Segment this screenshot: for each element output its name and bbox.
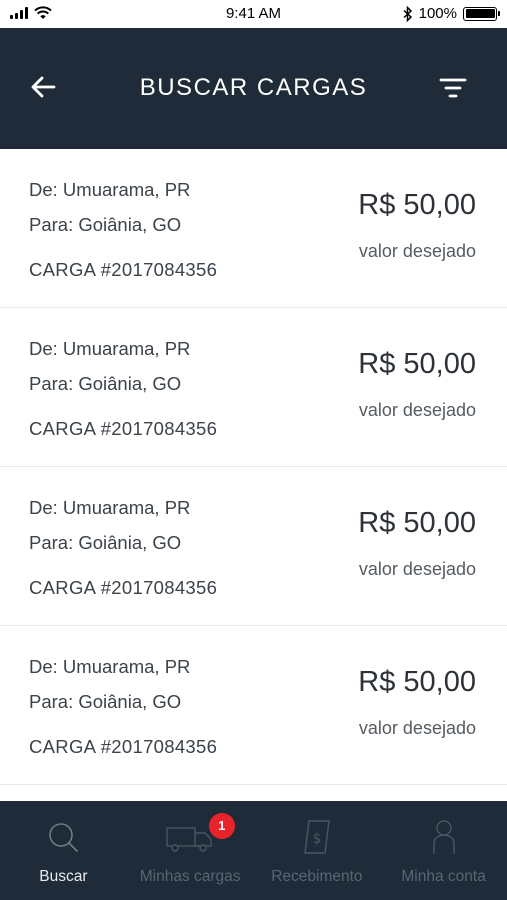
tab-minha-conta[interactable]: Minha conta xyxy=(380,801,507,900)
origin-text: De: Umuarama, PR xyxy=(29,179,191,200)
destination-text: Para: Goiânia, GO xyxy=(29,373,182,394)
status-right: 100% xyxy=(403,5,500,22)
filter-button[interactable] xyxy=(437,72,469,104)
battery-percent: 100% xyxy=(418,5,457,22)
user-icon xyxy=(426,819,462,855)
bluetooth-icon xyxy=(403,5,412,22)
price-note: valor desejado xyxy=(358,718,476,738)
cargo-card[interactable]: De: Umuarama, PR Para: Goiânia, GO CARGA… xyxy=(0,626,507,785)
tab-label: Recebimento xyxy=(271,868,363,885)
price-note: valor desejado xyxy=(358,559,476,579)
bottom-tab-bar: Buscar 1 Minhas cargas $ Recebimento Min… xyxy=(0,801,507,900)
svg-text:$: $ xyxy=(312,831,321,847)
status-bar: 9:41 AM 100% xyxy=(0,0,507,28)
app-header: BUSCAR CARGAS xyxy=(0,28,507,149)
tab-buscar[interactable]: Buscar xyxy=(0,801,127,900)
price-value: R$ 50,00 xyxy=(358,189,476,221)
origin-text: De: Umuarama, PR xyxy=(29,338,191,359)
search-icon xyxy=(45,819,81,855)
tab-recebimento[interactable]: $ Recebimento xyxy=(254,801,381,900)
filter-icon xyxy=(439,78,467,98)
truck-icon xyxy=(165,819,215,855)
cargo-card[interactable]: De: Umuarama, PR Para: Goiânia, GO CARGA… xyxy=(0,308,507,467)
price-value: R$ 50,00 xyxy=(358,507,476,539)
tab-minhas-cargas[interactable]: 1 Minhas cargas xyxy=(127,801,254,900)
battery-icon xyxy=(463,6,500,21)
cargo-id: CARGA #2017084356 xyxy=(29,736,218,757)
origin-text: De: Umuarama, PR xyxy=(29,497,191,518)
tab-label: Minhas cargas xyxy=(139,868,241,885)
notification-badge: 1 xyxy=(208,813,235,839)
destination-text: Para: Goiânia, GO xyxy=(29,214,182,235)
price-note: valor desejado xyxy=(358,241,476,261)
tab-label: Buscar xyxy=(39,868,88,885)
price-value: R$ 50,00 xyxy=(358,666,476,698)
receipt-icon: $ xyxy=(299,819,335,855)
cargo-id: CARGA #2017084356 xyxy=(29,577,218,598)
destination-text: Para: Goiânia, GO xyxy=(29,532,182,553)
origin-text: De: Umuarama, PR xyxy=(29,656,191,677)
price-note: valor desejado xyxy=(358,400,476,420)
destination-text: Para: Goiânia, GO xyxy=(29,691,182,712)
price-value: R$ 50,00 xyxy=(358,348,476,380)
cargo-list: De: Umuarama, PR Para: Goiânia, GO CARGA… xyxy=(0,149,507,785)
cargo-card[interactable]: De: Umuarama, PR Para: Goiânia, GO CARGA… xyxy=(0,467,507,626)
tab-label: Minha conta xyxy=(401,868,486,885)
cargo-id: CARGA #2017084356 xyxy=(29,259,218,280)
cargo-card[interactable]: De: Umuarama, PR Para: Goiânia, GO CARGA… xyxy=(0,149,507,308)
cargo-id: CARGA #2017084356 xyxy=(29,418,218,439)
page-title: BUSCAR CARGAS xyxy=(139,74,368,101)
